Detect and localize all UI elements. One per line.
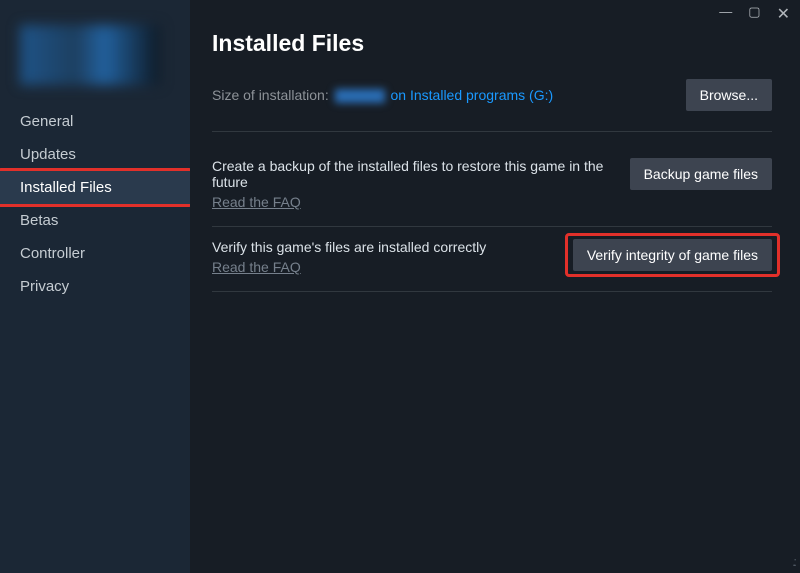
sidebar: General Updates Installed Files Betas Co… <box>0 0 190 573</box>
backup-description: Create a backup of the installed files t… <box>212 158 612 190</box>
sidebar-item-general[interactable]: General <box>0 105 190 138</box>
page-title: Installed Files <box>212 30 772 57</box>
annotation-highlight-sidebar: Installed Files <box>0 168 193 207</box>
sidebar-item-privacy[interactable]: Privacy <box>0 270 190 303</box>
browse-button[interactable]: Browse... <box>686 79 772 111</box>
sidebar-item-installed-files[interactable]: Installed Files <box>0 171 190 204</box>
verify-faq-link[interactable]: Read the FAQ <box>212 259 301 275</box>
sidebar-item-updates[interactable]: Updates <box>0 138 190 171</box>
close-button[interactable]: ✕ <box>777 4 790 24</box>
verify-integrity-button[interactable]: Verify integrity of game files <box>573 239 772 271</box>
minimize-button[interactable]: — <box>719 4 732 24</box>
game-banner <box>0 25 190 105</box>
resize-grip-icon[interactable]: ..: <box>792 554 794 569</box>
size-value-redacted <box>335 89 385 103</box>
sidebar-item-betas[interactable]: Betas <box>0 204 190 237</box>
sidebar-item-controller[interactable]: Controller <box>0 237 190 270</box>
backup-row: Create a backup of the installed files t… <box>212 146 772 227</box>
verify-row: Verify this game's files are installed c… <box>212 227 772 292</box>
installation-size-row: Size of installation: on Installed progr… <box>212 79 772 132</box>
backup-faq-link[interactable]: Read the FAQ <box>212 194 301 210</box>
size-label: Size of installation: <box>212 87 333 103</box>
verify-description: Verify this game's files are installed c… <box>212 239 486 255</box>
backup-game-files-button[interactable]: Backup game files <box>630 158 772 190</box>
maximize-button[interactable]: ▢ <box>748 4 760 24</box>
window-controls: — ▢ ✕ <box>719 0 800 24</box>
installation-location-link[interactable]: on Installed programs (G:) <box>391 87 554 103</box>
main-panel: Installed Files Size of installation: on… <box>190 0 800 573</box>
